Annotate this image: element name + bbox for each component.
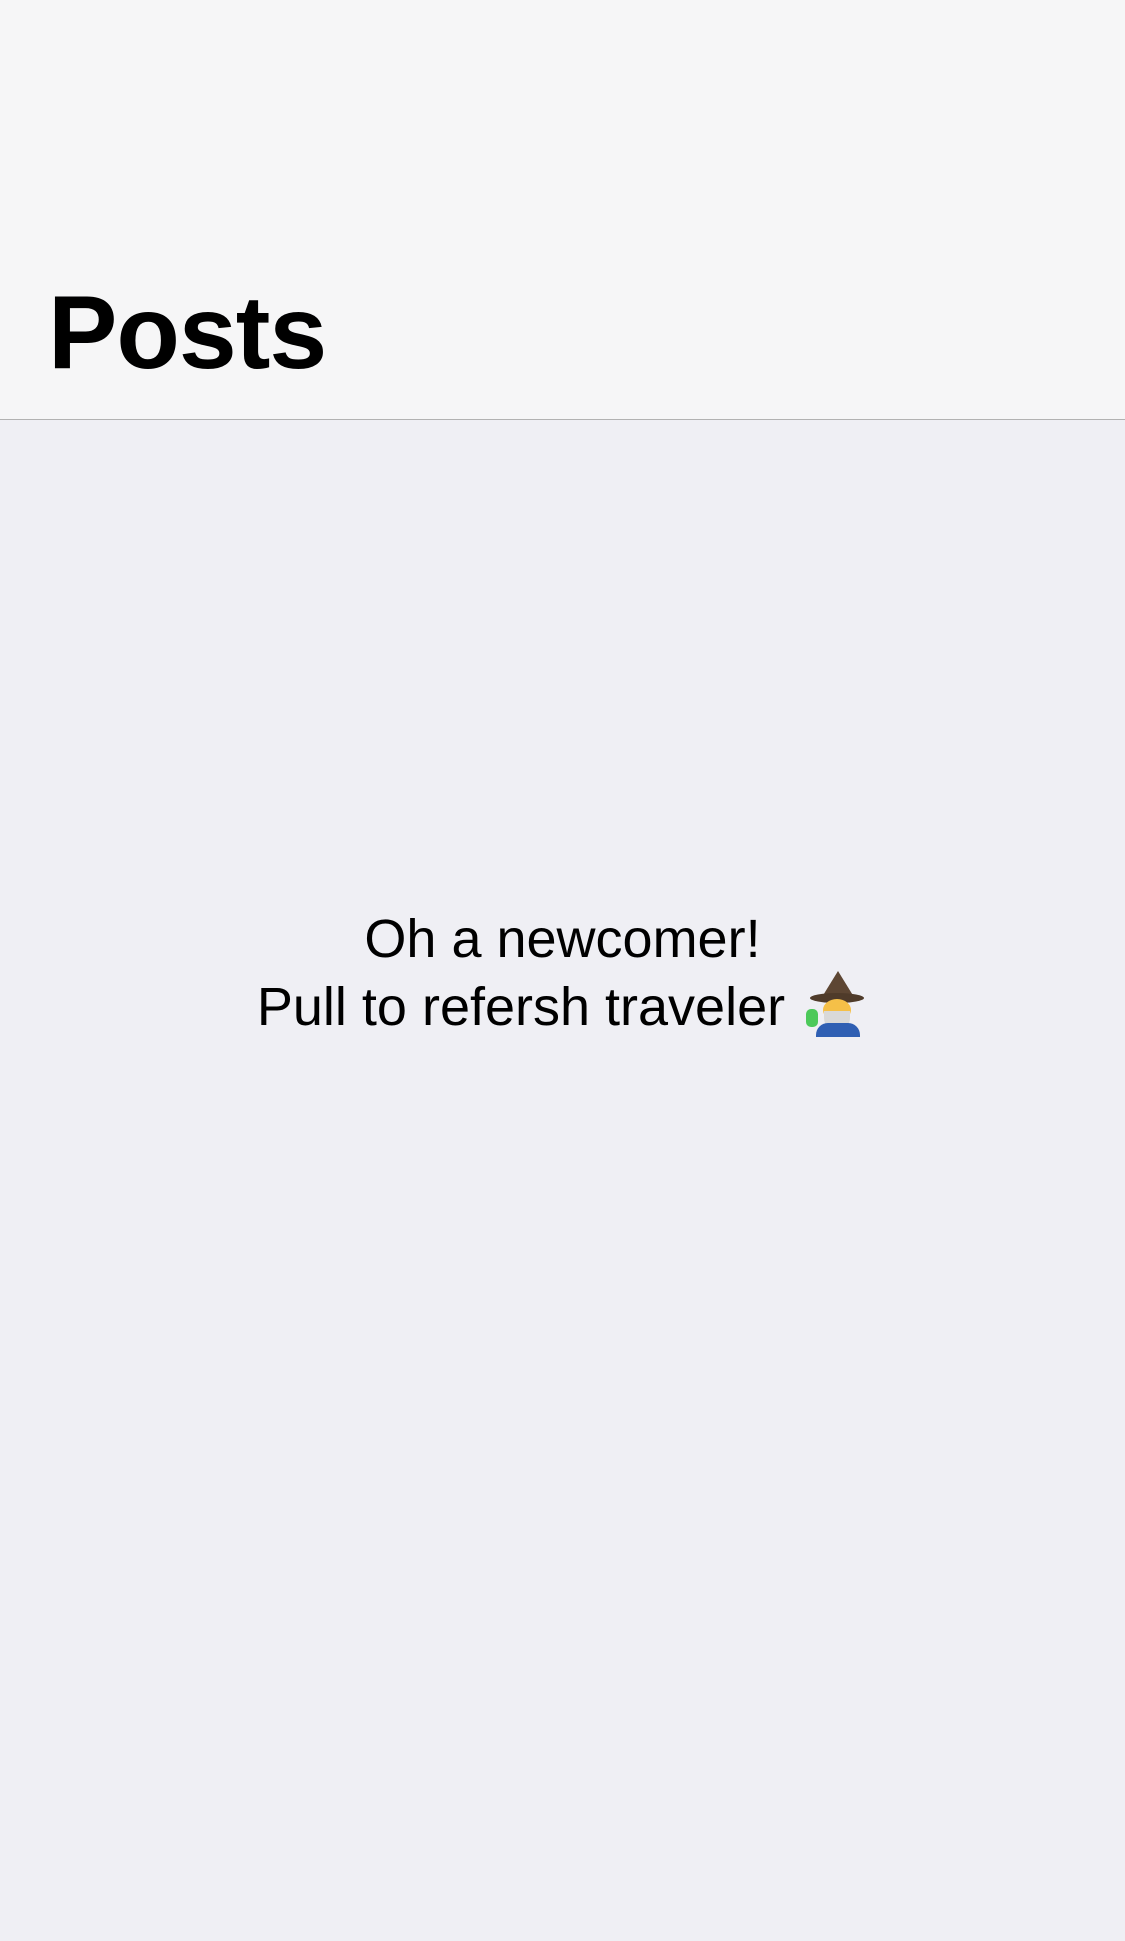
navigation-bar: Posts xyxy=(0,0,1125,420)
wizard-potion xyxy=(806,1009,819,1027)
empty-state-line-1: Oh a newcomer! xyxy=(364,909,761,969)
empty-state-line-2: Pull to refersh traveler xyxy=(256,977,786,1037)
posts-list-area[interactable]: Oh a newcomer! Pull to refersh traveler xyxy=(0,420,1125,1941)
wizard-icon xyxy=(806,971,868,1037)
empty-state-line-2-row: Pull to refersh traveler xyxy=(0,971,1125,1039)
page-title: Posts xyxy=(48,275,327,391)
wizard-robe xyxy=(816,1023,861,1037)
empty-state-message: Oh a newcomer! Pull to refersh traveler xyxy=(0,907,1125,1039)
